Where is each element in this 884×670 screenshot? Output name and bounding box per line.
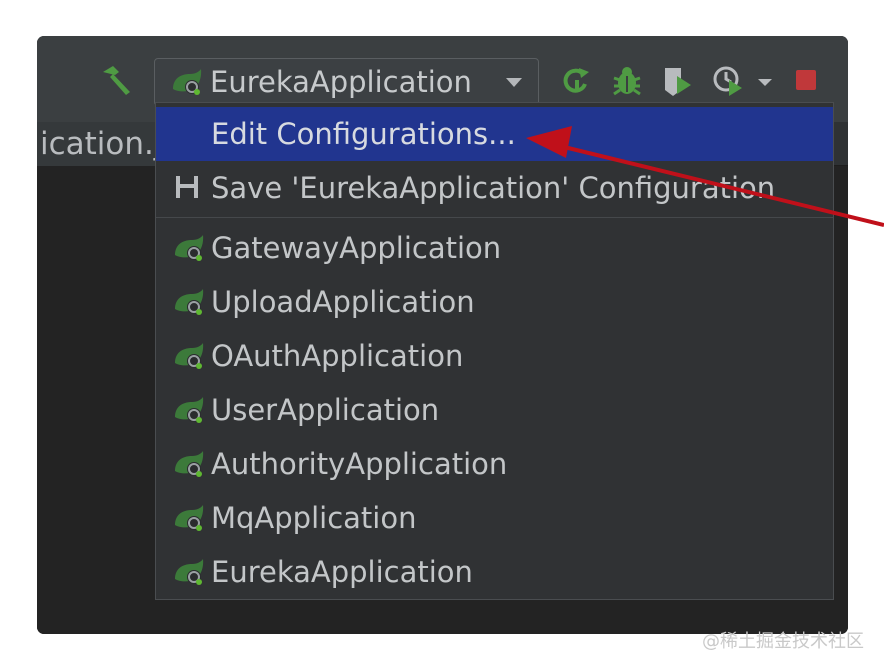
save-icon (176, 176, 198, 198)
stop-icon[interactable] (790, 64, 824, 98)
run-configuration-label: EurekaApplication (210, 65, 472, 99)
menu-item-edit-configurations[interactable]: Edit Configurations... (156, 107, 833, 161)
menu-item-label: OAuthApplication (211, 339, 464, 373)
spring-boot-icon (175, 343, 204, 369)
watermark: @稀土掘金技术社区 (702, 631, 864, 652)
menu-item-configuration[interactable]: UploadApplication (156, 275, 833, 329)
menu-item-label: Edit Configurations... (211, 117, 516, 151)
spring-boot-icon (173, 69, 202, 95)
run-configurations-popup: Edit Configurations... Save 'EurekaAppli… (155, 102, 834, 600)
menu-item-configuration[interactable]: AuthorityApplication (156, 437, 833, 491)
chevron-down-icon[interactable] (755, 64, 775, 98)
editor-tab[interactable]: ication.j (37, 122, 155, 166)
menu-item-save-configuration[interactable]: Save 'EurekaApplication' Configuration (156, 161, 833, 215)
spring-boot-icon (175, 235, 204, 261)
menu-item-label: MqApplication (211, 501, 417, 535)
blank-icon (172, 119, 206, 149)
rerun-icon[interactable] (559, 64, 593, 98)
menu-item-configuration[interactable]: GatewayApplication (156, 221, 833, 275)
profiler-icon[interactable] (711, 64, 745, 98)
menu-item-configuration[interactable]: MqApplication (156, 491, 833, 545)
run-configuration-combo[interactable]: EurekaApplication (154, 58, 539, 106)
spring-boot-icon (175, 289, 204, 315)
run-with-coverage-icon[interactable] (661, 64, 695, 98)
menu-item-configuration[interactable]: UserApplication (156, 383, 833, 437)
build-hammer-icon[interactable] (97, 62, 133, 98)
spring-boot-icon (175, 505, 204, 531)
menu-item-configuration[interactable]: EurekaApplication (156, 545, 833, 599)
menu-item-label: UploadApplication (211, 285, 475, 319)
menu-item-configuration[interactable]: OAuthApplication (156, 329, 833, 383)
menu-separator (156, 217, 833, 218)
spring-boot-icon (175, 451, 204, 477)
menu-item-label: Save 'EurekaApplication' Configuration (211, 171, 776, 205)
menu-item-label: EurekaApplication (211, 555, 473, 589)
spring-boot-icon (175, 559, 204, 585)
menu-item-label: UserApplication (211, 393, 440, 427)
spring-boot-icon (175, 397, 204, 423)
debug-bug-icon[interactable] (610, 64, 644, 98)
menu-item-label: AuthorityApplication (211, 447, 508, 481)
menu-item-label: GatewayApplication (211, 231, 502, 265)
chevron-down-icon (506, 78, 522, 87)
